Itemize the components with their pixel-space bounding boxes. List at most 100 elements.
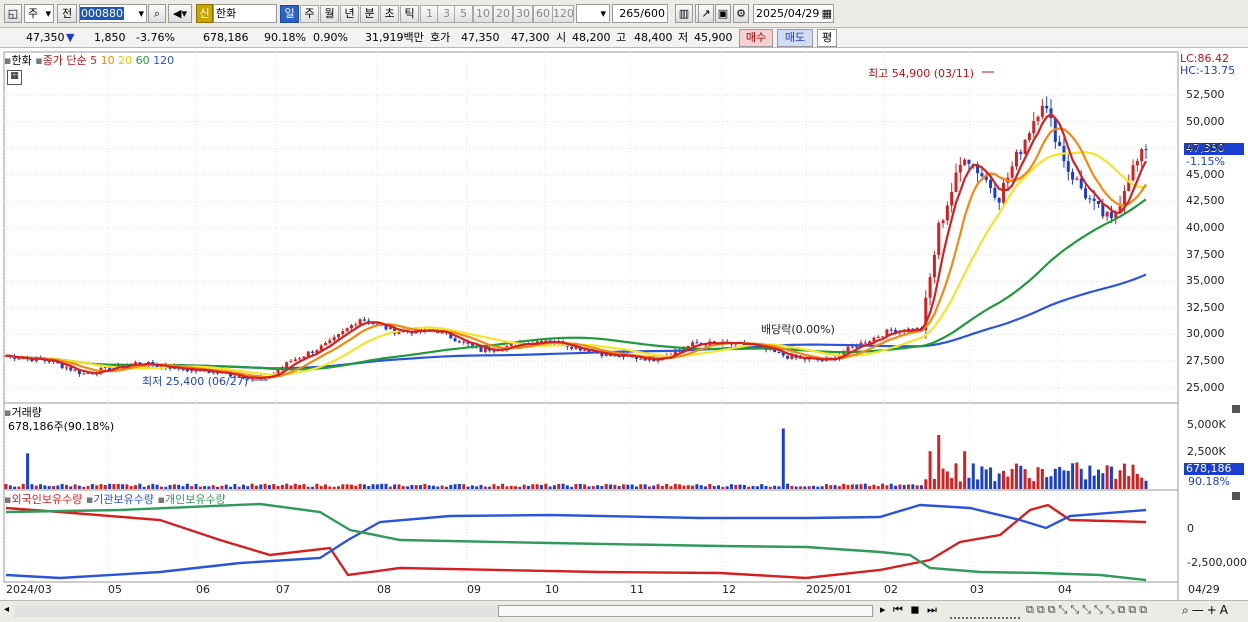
period-day[interactable]: 일 — [280, 5, 299, 23]
volume-bar — [583, 484, 587, 489]
table-icon[interactable]: ▦ — [7, 70, 22, 85]
stock-name-field[interactable]: 한화 — [213, 4, 277, 23]
count-input[interactable]: 265/600 — [612, 4, 668, 23]
candle-body — [1019, 151, 1023, 155]
volume-bar — [272, 484, 276, 489]
volume-bar — [989, 467, 993, 489]
volume-bar — [958, 481, 962, 489]
volume-bar — [868, 486, 872, 489]
period-week[interactable]: 주 — [300, 5, 319, 23]
volume-bar — [220, 485, 224, 489]
market-select[interactable]: 주 ▾ — [24, 4, 54, 23]
candle-body — [695, 342, 699, 344]
candle-body — [639, 358, 643, 360]
volume-bar — [13, 486, 17, 489]
type-button[interactable]: 전 — [57, 4, 77, 23]
institution-legend: 기관보유수량 — [93, 493, 155, 506]
date-input[interactable]: 2025/04/29 ▦ — [753, 4, 834, 23]
candle-body — [82, 373, 86, 375]
nav-buttons[interactable]: ▸ ⏮ ◼ ⏭ — [880, 603, 939, 617]
volume-bar — [937, 435, 941, 489]
price-tick-label: 25,000 — [1186, 380, 1225, 394]
stock-code-input[interactable]: 000880 ▾ — [79, 4, 147, 23]
minute-20[interactable]: 20 — [493, 5, 513, 23]
eval-button[interactable]: 평 — [817, 29, 837, 47]
volume-bar — [799, 486, 803, 489]
volume-bar — [812, 485, 815, 489]
volume-bar — [1019, 465, 1023, 489]
period-minute[interactable]: 분 — [360, 5, 379, 23]
ma20-label: 20 — [118, 54, 133, 67]
volume-bar — [539, 485, 543, 489]
chart-canvas[interactable] — [0, 48, 1248, 621]
chevron-down-icon: ▾ — [45, 7, 51, 20]
minute-60[interactable]: 60 — [533, 5, 553, 23]
candle-body — [1036, 116, 1040, 122]
candle-body — [1131, 165, 1135, 181]
volume-bar — [77, 485, 81, 489]
volume-bar — [790, 485, 794, 489]
volume-bar — [686, 485, 690, 489]
zoom-slider[interactable] — [950, 604, 1020, 619]
volume-bar — [229, 486, 233, 489]
volume-bar — [1053, 468, 1057, 489]
volume-bar — [786, 483, 790, 489]
volume-bar — [544, 483, 548, 489]
volume-bar — [535, 484, 539, 489]
volume-bar — [224, 484, 228, 489]
volume-bar — [324, 484, 328, 489]
scroll-track[interactable] — [14, 605, 874, 617]
period-year[interactable]: 년 — [340, 5, 359, 23]
scroll-thumb[interactable] — [498, 605, 873, 617]
volume-bar — [691, 485, 695, 489]
period-tick[interactable]: 틱 — [400, 5, 419, 23]
custom-period-select[interactable]: ▾ — [576, 4, 610, 23]
window-icon[interactable]: ◱ — [4, 4, 22, 23]
minute-120[interactable]: 120 — [552, 5, 574, 23]
candle-body — [324, 343, 328, 346]
search-icon[interactable]: ⌕ — [148, 4, 166, 23]
ask-price-1: 47,350 — [461, 31, 500, 44]
draw-icon[interactable]: ↗ — [698, 4, 714, 23]
gear-icon[interactable]: ⚙ — [733, 4, 749, 23]
close-icon[interactable] — [1232, 492, 1240, 500]
chart-area[interactable]: ▪한화 ▪종가 단순 5 10 20 60 120 ▦ LC:86.42 HC:… — [0, 48, 1248, 621]
volume-bar — [742, 484, 746, 489]
zoom-tools[interactable]: ⌕—+A — [1182, 603, 1231, 618]
volume-bar — [850, 484, 854, 489]
calendar-icon[interactable]: ▦ — [822, 5, 832, 22]
minute-5[interactable]: 5 — [454, 5, 473, 23]
save-icon[interactable]: ▣ — [715, 4, 731, 23]
volume-bar — [462, 484, 466, 489]
speaker-icon[interactable]: ◀▾ — [168, 4, 192, 23]
date-tick-label: 07 — [276, 583, 290, 596]
volume-bar — [760, 484, 764, 489]
candle-body — [945, 205, 949, 221]
scroll-left-icon[interactable]: ◂ — [4, 604, 14, 617]
period-second[interactable]: 초 — [380, 5, 399, 23]
date-tick-label: 11 — [630, 583, 644, 596]
volume-bar — [768, 486, 772, 489]
volume-bar — [8, 485, 12, 489]
drawing-tools[interactable]: ⧉⧉⧉⤡⤡⤡⤡⤡⧉⧉⧉ — [1026, 603, 1150, 617]
candle-body — [941, 220, 945, 224]
close-icon[interactable] — [1232, 405, 1240, 413]
sell-button[interactable]: 매도 — [777, 29, 813, 47]
candle-icon[interactable]: ▥ — [675, 4, 693, 23]
volume-bar — [39, 484, 43, 489]
minute-10[interactable]: 10 — [473, 5, 493, 23]
candle-body — [1023, 140, 1027, 155]
volume-bar — [617, 486, 621, 489]
volume-bar — [289, 485, 293, 489]
minute-30[interactable]: 30 — [513, 5, 533, 23]
buy-button[interactable]: 매수 — [739, 29, 773, 47]
volume-bar — [384, 483, 388, 489]
period-month[interactable]: 월 — [320, 5, 339, 23]
volume-value: 678,186 — [203, 31, 249, 44]
volume-bar — [639, 484, 643, 489]
foreign-legend: 외국인보유수량 — [11, 493, 83, 506]
volume-bar — [1049, 476, 1053, 489]
volume-bar — [328, 486, 332, 489]
volume-bar — [30, 484, 34, 489]
candle-body — [876, 336, 880, 338]
